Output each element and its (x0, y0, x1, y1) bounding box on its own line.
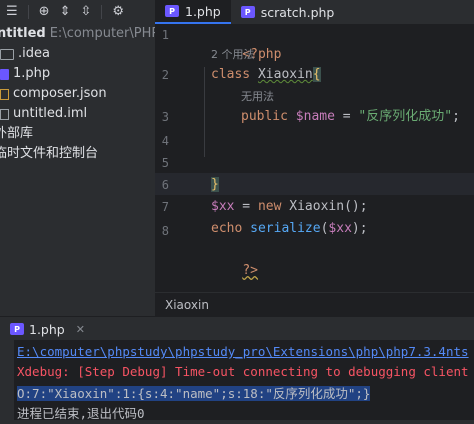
line-number: 1 (161, 28, 169, 42)
paren: ); (351, 221, 368, 236)
php-file-icon (0, 68, 9, 80)
tree-item-label: untitled.iml (13, 106, 88, 121)
operator: = (334, 109, 359, 124)
keyword: new (257, 199, 282, 214)
php-close-tag: ?> (242, 263, 258, 278)
line-number: 6 (161, 178, 169, 192)
code-line-6: $xx = new Xiaoxin(); (211, 197, 368, 217)
tree-item-label: composer.json (13, 86, 107, 101)
php-file-icon: P (240, 6, 255, 18)
keyword: public (241, 109, 288, 124)
console-output-line: O:7:"Xiaoxin":1:{s:4:"name";s:18:"反序列化成功… (17, 384, 371, 404)
console-xdebug-message: Xdebug: [Step Debug] Time-out connecting… (17, 364, 469, 379)
tree-item-external-libraries[interactable]: 外部库 (0, 124, 155, 144)
current-line-highlight (155, 173, 474, 195)
toolbar-separator (27, 5, 29, 19)
tree-item-composer-json[interactable]: composer.json (0, 84, 155, 104)
variable: $name (295, 109, 335, 124)
close-brace: } (211, 177, 219, 192)
line-number: 3 (161, 110, 169, 124)
run-console[interactable]: E:\computer\phpstudy\phpstudy_pro\Extens… (0, 340, 474, 421)
class-name: Xiaoxin (257, 67, 313, 82)
line-number: 7 (161, 200, 169, 214)
php-file-icon: P (10, 323, 24, 335)
tree-item-label: 临时文件和控制台 (0, 146, 99, 161)
tab-label: scratch.php (260, 4, 335, 20)
string-literal: "反序列化成功" (358, 109, 453, 124)
tree-item-untitled-iml[interactable]: untitled.iml (0, 104, 155, 124)
code-editor[interactable]: 1 2 3 4 5 6 7 8 <?php 2 个用法 class Xiaoxi… (155, 25, 474, 292)
tree-item-idea[interactable]: .idea (0, 44, 155, 64)
constructor-call: Xiaoxin(); (281, 199, 368, 214)
list-icon[interactable]: ☰ (6, 0, 18, 24)
tree-item-label: .idea (18, 46, 50, 61)
iml-file-icon (0, 108, 9, 120)
variable: $xx (328, 221, 352, 236)
function-name: serialize (250, 221, 321, 236)
toolbar-separator (101, 5, 103, 19)
run-tab-label: 1.php (29, 321, 65, 337)
code-line-1: <?php (211, 25, 281, 62)
console-php-path-link[interactable]: E:\computer\phpstudy\phpstudy_pro\Extens… (17, 342, 469, 362)
operator: = (234, 199, 258, 214)
code-line-2: class Xiaoxin{ (211, 65, 321, 85)
console-exit-message: 进程已结束,退出代码0 (17, 406, 145, 421)
unused-hint[interactable]: 无用法 (241, 89, 274, 105)
project-toolbar: ☰ ⊕ ⇕ ⇳ ⚙ (0, 0, 155, 24)
line-number: 2 (161, 68, 169, 82)
open-brace: { (312, 67, 321, 82)
project-root[interactable]: ntitled E:\computer\PHP\ui (0, 24, 155, 44)
expand-icon[interactable]: ⇳ (80, 0, 91, 24)
target-icon[interactable]: ⊕ (39, 0, 50, 24)
code-line-8: ?> (211, 241, 258, 278)
project-name: ntitled (0, 26, 46, 41)
php-file-icon: P (165, 5, 179, 17)
tree-item-scratches[interactable]: 临时文件和控制台 (0, 144, 155, 164)
editor-tabs: P 1.php P scratch.php (155, 0, 474, 25)
tab-label: 1.php (185, 3, 221, 19)
breadcrumb-item[interactable]: Xiaoxin (165, 298, 209, 312)
code-line-7: echo serialize($xx); (211, 219, 368, 239)
code-line-5: } (211, 175, 219, 195)
project-path: E:\computer\PHP\ui (49, 26, 155, 41)
line-gutter: 1 2 3 4 5 6 7 8 (155, 25, 200, 292)
gear-icon[interactable]: ⚙ (112, 0, 124, 24)
close-icon[interactable]: ✕ (76, 323, 85, 336)
keyword: class (211, 67, 251, 82)
serialized-output: O:7:"Xiaoxin":1:{s:4:"name";s:18:"反序列化成功… (17, 386, 371, 401)
usages-hint[interactable]: 2 个用法 (211, 47, 255, 63)
folder-icon (0, 48, 14, 60)
code-line-3: public $name = "反序列化成功"; (241, 107, 460, 127)
tab-scratch-php[interactable]: P scratch.php (231, 0, 345, 24)
tree-item-label: 1.php (13, 66, 51, 81)
tree-item-1-php[interactable]: 1.php (0, 64, 155, 84)
run-panel-header: P 1.php ✕ (0, 316, 474, 341)
line-number: 8 (161, 224, 169, 238)
json-file-icon (0, 88, 9, 100)
semicolon: ; (452, 109, 460, 124)
keyword: echo (211, 221, 243, 236)
tab-1-php[interactable]: P 1.php (155, 0, 231, 24)
collapse-icon[interactable]: ⇕ (60, 0, 71, 24)
line-number: 4 (161, 134, 169, 148)
line-number: 5 (161, 156, 169, 170)
breadcrumb[interactable]: Xiaoxin (155, 292, 474, 316)
run-tab-1-php[interactable]: P 1.php ✕ (0, 317, 95, 341)
project-sidebar: ntitled E:\computer\PHP\ui .idea 1.php c… (0, 24, 156, 316)
tree-item-label: 外部库 (0, 126, 34, 141)
variable: $xx (211, 199, 235, 214)
console-gutter (0, 340, 14, 420)
indent-guide (204, 67, 205, 157)
